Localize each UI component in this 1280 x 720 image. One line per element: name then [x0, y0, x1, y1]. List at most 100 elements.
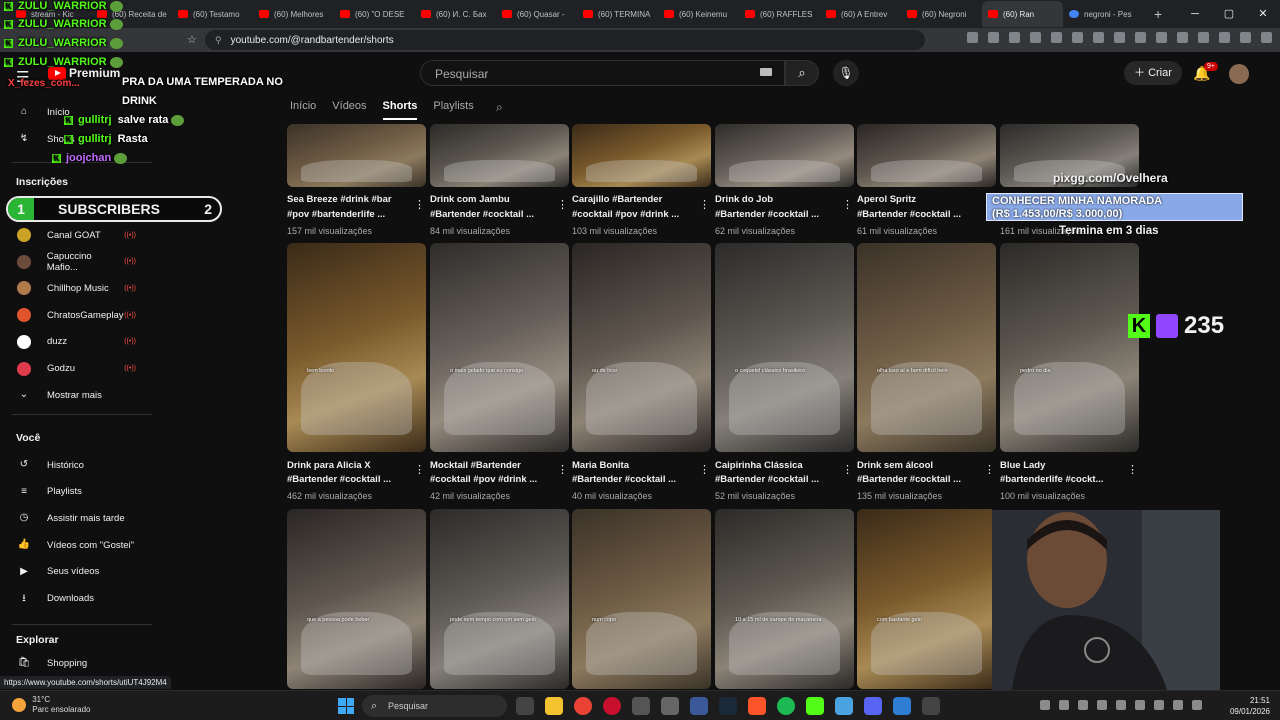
short-thumbnail[interactable]: o coquetel clássico brasileiro	[715, 243, 854, 452]
more-options-icon[interactable]: ⋮	[842, 463, 853, 476]
short-thumbnail[interactable]: pode sem tempo com um sem gelo	[430, 509, 569, 689]
browser-tab[interactable]: (60) Ran	[982, 1, 1063, 27]
extension-icon[interactable]	[1156, 32, 1167, 43]
clock[interactable]: 21:51 09/01/2026	[1230, 695, 1270, 717]
short-title[interactable]: #Bartender #cocktail ...	[287, 473, 407, 487]
short-title[interactable]: #Bartender #cocktail ...	[857, 473, 977, 487]
extension-icon[interactable]	[1093, 32, 1104, 43]
browser-tab[interactable]: (60) RAFFLES	[739, 1, 820, 27]
windows-start-icon[interactable]	[338, 698, 354, 714]
search-input[interactable]: Pesquisar	[420, 60, 785, 86]
more-options-icon[interactable]: ⋮	[842, 198, 853, 211]
tray-icon[interactable]	[1116, 700, 1126, 710]
search-button[interactable]: ⌕	[785, 60, 819, 86]
extension-icon[interactable]	[1177, 32, 1188, 43]
browser-tab[interactable]: (60) Keinemu	[658, 1, 739, 27]
short-title[interactable]: #Bartender #cocktail ...	[715, 473, 835, 487]
short-title[interactable]: Sea Breeze #drink #bar	[287, 193, 407, 207]
short-thumbnail[interactable]: olha isso aí e bem difícil hein	[857, 243, 996, 452]
app-icon[interactable]	[661, 697, 679, 715]
short-title[interactable]: #Bartender #cocktail ...	[430, 208, 550, 222]
address-bar[interactable]: ⚲ youtube.com/@randbartender/shorts	[205, 30, 925, 50]
short-thumbnail[interactable]: com bastante gelo	[857, 509, 996, 689]
extension-icon[interactable]	[1009, 32, 1020, 43]
tray-icon[interactable]	[1192, 700, 1202, 710]
tab-shorts[interactable]: Shorts	[382, 100, 418, 120]
site-info-icon[interactable]: ⚲	[215, 35, 222, 46]
short-title[interactable]: Drink com Jambu	[430, 193, 550, 207]
sidebar-item[interactable]: ↺ Histórico	[0, 453, 152, 477]
short-title[interactable]: Caipirinha Clássica	[715, 459, 835, 473]
account-avatar[interactable]	[1229, 64, 1249, 84]
create-button[interactable]: ＋ Criar	[1124, 61, 1182, 85]
short-title[interactable]: #bartenderlife #cockt...	[1000, 473, 1120, 487]
brave-icon[interactable]	[748, 697, 766, 715]
short-title[interactable]: #Bartender #cocktail ...	[715, 208, 835, 222]
taskbar-search[interactable]: Pesquisar	[362, 695, 507, 717]
close-window-button[interactable]: ✕	[1246, 0, 1280, 28]
sidebar-item[interactable]: ⭳ Downloads	[0, 587, 152, 611]
short-thumbnail[interactable]	[715, 124, 854, 187]
more-options-icon[interactable]: ⋮	[414, 463, 425, 476]
short-title[interactable]: Carajillo #Bartender	[572, 193, 692, 207]
extension-icon[interactable]	[1030, 32, 1041, 43]
sidebar-item[interactable]: ChratosGameplay ((•))	[0, 303, 152, 327]
more-options-icon[interactable]: ⋮	[414, 198, 425, 211]
tab-videos[interactable]: Vídeos	[332, 100, 366, 120]
browser-tab[interactable]: (60) И. С. Бах	[415, 1, 496, 27]
short-thumbnail[interactable]: que a pessoa pode beber	[287, 509, 426, 689]
task-view-icon[interactable]	[516, 697, 534, 715]
steam-icon[interactable]	[719, 697, 737, 715]
tray-icon[interactable]	[1173, 700, 1183, 710]
short-thumbnail[interactable]: num copo	[572, 509, 711, 689]
sidebar-item[interactable]: 👍 Vídeos com "Gostei"	[0, 533, 152, 557]
app-icon[interactable]	[690, 697, 708, 715]
short-title[interactable]: Drink do Job	[715, 193, 835, 207]
tab-playlists[interactable]: Playlists	[433, 100, 473, 120]
sidebar-item[interactable]: ⌄ Mostrar mais	[0, 383, 152, 407]
sidebar-item[interactable]: Chillhop Music ((•))	[0, 276, 152, 300]
app-icon[interactable]	[632, 697, 650, 715]
you-section-title[interactable]: Você	[16, 432, 40, 444]
tray-icon[interactable]	[1059, 700, 1069, 710]
short-thumbnail[interactable]: o mais gelado que eu consigo	[430, 243, 569, 452]
sidebar-item[interactable]: duzz ((•))	[0, 330, 152, 354]
short-thumbnail[interactable]	[857, 124, 996, 187]
new-tab-button[interactable]: +	[1154, 6, 1162, 22]
extension-icon[interactable]	[988, 32, 999, 43]
short-title[interactable]: Maria Bonita	[572, 459, 692, 473]
sidebar-item[interactable]: ◷ Assistir mais tarde	[0, 506, 152, 530]
short-title[interactable]: Mocktail #Bartender	[430, 459, 550, 473]
browser-tab[interactable]: (60) TERMINA	[577, 1, 658, 27]
extension-icon[interactable]	[967, 32, 978, 43]
short-title[interactable]: #cocktail #pov #drink ...	[572, 208, 692, 222]
extension-icon[interactable]	[1051, 32, 1062, 43]
extension-icon[interactable]	[1219, 32, 1230, 43]
extension-icon[interactable]	[1072, 32, 1083, 43]
short-thumbnail[interactable]	[287, 124, 426, 187]
tray-icon[interactable]	[1097, 700, 1107, 710]
app-icon[interactable]	[922, 697, 940, 715]
extension-icon[interactable]	[1261, 32, 1272, 43]
weather-widget[interactable]: 31°C Parc ensolarado	[12, 695, 91, 715]
chrome-icon[interactable]	[574, 697, 592, 715]
short-thumbnail[interactable]: 10 a 15 ml de xarope de maçaneira	[715, 509, 854, 689]
app-icon[interactable]	[893, 697, 911, 715]
kick-app-icon[interactable]	[806, 697, 824, 715]
file-explorer-icon[interactable]	[545, 697, 563, 715]
more-options-icon[interactable]: ⋮	[699, 198, 710, 211]
browser-tab[interactable]: (60) "O DESE	[334, 1, 415, 27]
short-thumbnail[interactable]: pedro no dia	[1000, 243, 1139, 452]
notepad-icon[interactable]	[835, 697, 853, 715]
short-title[interactable]: #cocktail #pov #drink ...	[430, 473, 550, 487]
short-title[interactable]: Drink sem álcool	[857, 459, 977, 473]
short-title[interactable]: Aperol Spritz	[857, 193, 977, 207]
short-title[interactable]: #pov #bartenderlife ...	[287, 208, 407, 222]
extension-icon[interactable]	[1114, 32, 1125, 43]
bookmark-star-icon[interactable]: ☆	[187, 33, 197, 46]
tray-icon[interactable]	[1135, 700, 1145, 710]
extension-icon[interactable]	[1135, 32, 1146, 43]
more-options-icon[interactable]: ⋮	[984, 463, 995, 476]
sidebar-item[interactable]: 🛍 Shopping	[0, 651, 152, 675]
browser-tab[interactable]: negroni - Pes	[1063, 1, 1144, 27]
